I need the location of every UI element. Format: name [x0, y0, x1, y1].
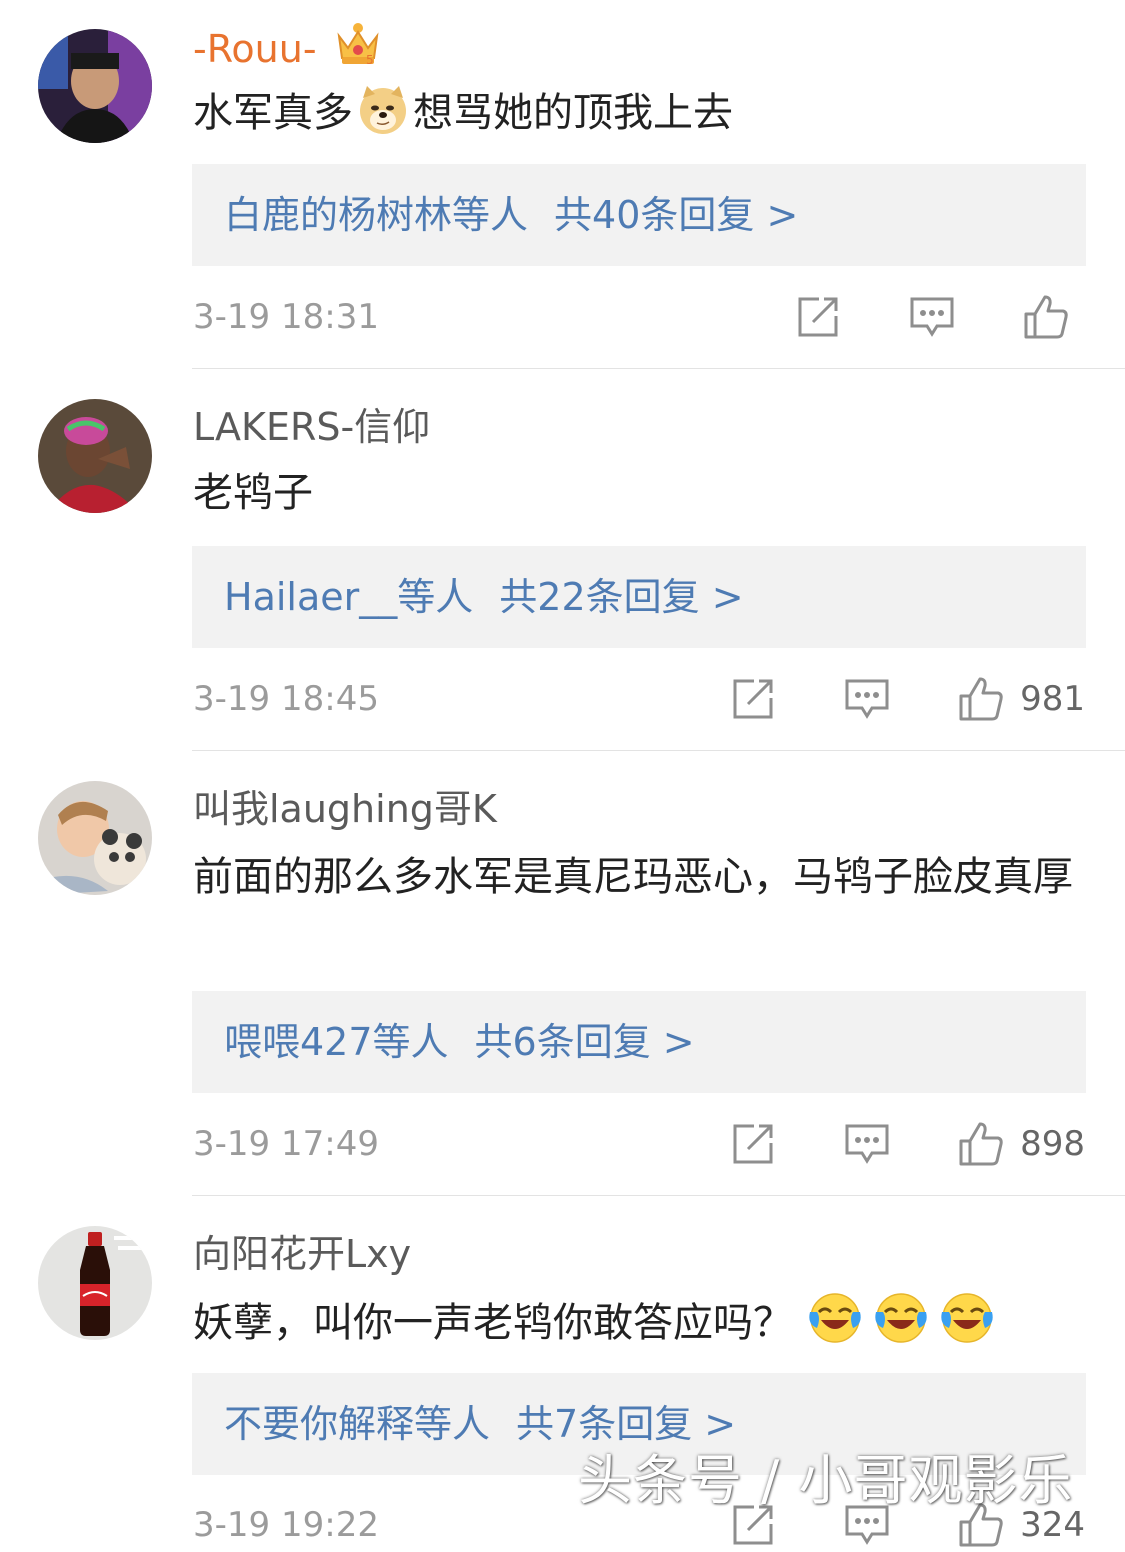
avatar[interactable] [38, 781, 152, 895]
timestamp: 3-19 17:49 [193, 1124, 379, 1164]
share-icon[interactable] [730, 1121, 776, 1167]
username[interactable]: 向阳花开Lxy [193, 1232, 411, 1276]
divider [192, 1195, 1125, 1196]
comment-text: 前面的那么多水军是真尼玛恶心，马鸨子脸皮真厚 [193, 854, 1073, 900]
like-icon[interactable] [958, 1121, 1004, 1167]
reply-summary[interactable]: 白鹿的杨树林等人 共40条回复 > [192, 164, 1086, 266]
share-icon[interactable] [795, 294, 841, 340]
reply-users[interactable]: 喂喂427等人 [224, 1020, 449, 1064]
comment-icon[interactable] [844, 1121, 890, 1167]
divider [192, 368, 1125, 369]
comment-icon[interactable] [909, 294, 955, 340]
comment-text: 妖孽，叫你一声老鸨你敢答应吗？ [193, 1300, 793, 1346]
like-count: 898 [1020, 1124, 1085, 1164]
reply-users[interactable]: 白鹿的杨树林等人 [224, 193, 528, 237]
doge-emoji [357, 84, 409, 136]
reply-count-link[interactable]: 共22条回复 > [499, 575, 743, 619]
avatar[interactable] [38, 29, 152, 143]
reply-users[interactable]: 不要你解释等人 [224, 1402, 490, 1446]
timestamp: 3-19 18:45 [193, 679, 379, 719]
comment-text: 水军真多 [193, 90, 353, 136]
avatar[interactable] [38, 399, 152, 513]
username[interactable]: LAKERS-信仰 [193, 405, 430, 449]
username[interactable]: -Rouu- [193, 27, 317, 71]
comment-text: 老鸨子 [193, 470, 313, 516]
watermark: 头条号 / 小哥观影乐 [578, 1449, 1074, 1512]
like-icon[interactable] [958, 676, 1004, 722]
reply-users[interactable]: Hailaer__等人 [224, 575, 473, 619]
reply-count-link[interactable]: 共40条回复 > [554, 193, 798, 237]
crown-icon: 5 [335, 22, 381, 76]
reply-summary[interactable]: 喂喂427等人 共6条回复 > [192, 991, 1086, 1093]
laughing-crying-emoji [807, 1290, 861, 1343]
laughing-crying-emoji [873, 1290, 927, 1343]
timestamp: 3-19 19:22 [193, 1505, 379, 1545]
laughing-crying-emoji [939, 1290, 993, 1343]
comment-text: 想骂她的顶我上去 [413, 90, 733, 136]
like-count: 981 [1020, 679, 1085, 719]
reply-summary[interactable]: Hailaer__等人 共22条回复 > [192, 546, 1086, 648]
avatar[interactable] [38, 1226, 152, 1340]
username[interactable]: 叫我laughing哥K [193, 787, 497, 831]
like-icon[interactable] [1023, 294, 1069, 340]
share-icon[interactable] [730, 676, 776, 722]
reply-count-link[interactable]: 共6条回复 > [475, 1020, 695, 1064]
svg-text:5: 5 [366, 53, 374, 66]
timestamp: 3-19 18:31 [193, 297, 379, 337]
comment-icon[interactable] [844, 676, 890, 722]
divider [192, 750, 1125, 751]
